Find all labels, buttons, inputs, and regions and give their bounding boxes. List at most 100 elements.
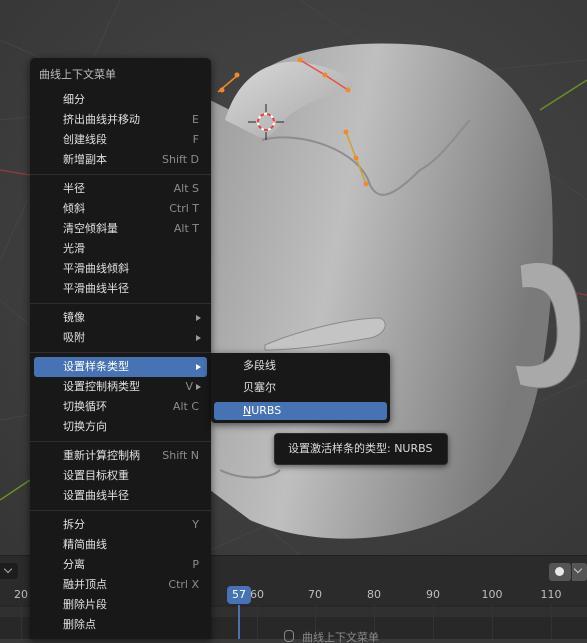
menu-item-label: 设置曲线半径 — [63, 489, 129, 502]
menu-item[interactable]: 融并顶点 Ctrl X — [34, 575, 207, 595]
menu-item-shortcut: Shift D — [162, 153, 199, 166]
menu-item[interactable]: 平滑曲线倾斜 — [34, 259, 207, 279]
grid-line — [433, 605, 434, 639]
menu-item[interactable]: 吸附 — [34, 328, 207, 348]
submenu-arrow-icon — [196, 315, 201, 321]
menu-item-shortcut: F — [192, 133, 199, 146]
menu-item-label: 细分 — [63, 93, 85, 106]
menu-item-label: 设置控制柄类型 — [63, 380, 140, 393]
menu-item-shortcut: Shift N — [162, 449, 199, 462]
menu-item[interactable]: 删除片段 — [34, 595, 207, 615]
frame-tick: 100 — [481, 588, 503, 601]
menu-item-shortcut: Alt C — [172, 400, 199, 413]
menu-item[interactable]: 切换方向 — [34, 417, 207, 437]
grid-line — [257, 605, 258, 639]
menu-item[interactable]: 分离 P — [34, 555, 207, 575]
menu-item-shortcut: Alt S — [173, 182, 199, 195]
submenu-item-label: 多段线 — [243, 359, 276, 372]
menu-item[interactable]: 光滑 — [34, 239, 207, 259]
menu-item[interactable]: 设置曲线半径 — [34, 486, 207, 506]
menu-item[interactable]: 拆分 Y — [34, 515, 207, 535]
menu-item-label: 删除片段 — [63, 598, 107, 611]
menu-item-label: 平滑曲线倾斜 — [63, 262, 129, 275]
menu-item-label: 镜像 — [63, 311, 85, 324]
mouse-icon — [284, 630, 294, 642]
menu-item[interactable]: 细分 — [34, 90, 207, 110]
menu-separator — [30, 510, 211, 511]
submenu-item-label: NURBS — [243, 404, 282, 417]
menu-item-label: 吸附 — [63, 331, 85, 344]
menu-item-label: 分离 — [63, 558, 85, 571]
menu-item-label: 设置目标权重 — [63, 469, 129, 482]
menu-item[interactable]: 创建线段 F — [34, 130, 207, 150]
auto-keying-dropdown[interactable] — [572, 563, 587, 581]
grid-line — [21, 605, 22, 639]
menu-item[interactable]: 清空倾斜量 Alt T — [34, 219, 207, 239]
submenu-item-bezier[interactable]: 贝塞尔 — [214, 379, 387, 397]
menu-title: 曲线上下文菜单 — [39, 68, 116, 81]
menu-item-label: 拆分 — [63, 518, 85, 531]
menu-item-shortcut: P — [192, 558, 199, 571]
menu-item-label: 重新计算控制柄 — [63, 449, 140, 462]
submenu-item-label: 贝塞尔 — [243, 381, 276, 394]
menu-item-label: 平滑曲线半径 — [63, 282, 129, 295]
menu-item[interactable]: 设置样条类型 — [34, 357, 207, 377]
menu-separator — [30, 303, 211, 304]
current-frame-indicator[interactable]: 57 — [227, 586, 251, 604]
spline-type-submenu: 多段线 贝塞尔 NURBS — [211, 353, 390, 423]
menu-item[interactable]: 倾斜 Ctrl T — [34, 199, 207, 219]
menu-item[interactable]: 挤出曲线并移动 E — [34, 110, 207, 130]
status-hint-text: 曲线上下文菜单 — [302, 631, 379, 643]
frame-tick: 20 — [14, 588, 28, 601]
menu-item[interactable]: 重新计算控制柄 Shift N — [34, 446, 207, 466]
menu-item[interactable]: 精简曲线 — [34, 535, 207, 555]
menu-item-label: 切换方向 — [63, 420, 107, 433]
curve-context-menu: 曲线上下文菜单 细分挤出曲线并移动 E 创建线段 F 新增副本 Shift D 半径 Alt … — [30, 58, 211, 639]
menu-separator — [30, 352, 211, 353]
menu-item-label: 创建线段 — [63, 133, 107, 146]
menu-item-shortcut: E — [192, 113, 199, 126]
menu-item[interactable]: 删除点 — [34, 615, 207, 635]
menu-item-shortcut: Y — [192, 518, 199, 531]
menu-separator — [30, 441, 211, 442]
frame-tick: 60 — [250, 588, 264, 601]
submenu-item-poly[interactable]: 多段线 — [214, 357, 387, 375]
menu-item[interactable]: 切换循环 Alt C — [34, 397, 207, 417]
submenu-item-nurbs[interactable]: NURBS — [214, 402, 387, 420]
menu-item-shortcut: Ctrl T — [169, 202, 199, 215]
menu-item-label: 清空倾斜量 — [63, 222, 118, 235]
menu-item[interactable]: 镜像 — [34, 308, 207, 328]
submenu-arrow-icon — [196, 384, 201, 390]
menu-item-label: 挤出曲线并移动 — [63, 113, 140, 126]
menu-item-label: 设置样条类型 — [63, 360, 129, 373]
chevron-down-icon — [573, 564, 583, 574]
menu-item-label: 倾斜 — [63, 202, 85, 215]
menu-item[interactable]: 新增副本 Shift D — [34, 150, 207, 170]
menu-item[interactable]: 设置目标权重 — [34, 466, 207, 486]
chevron-down-icon — [3, 564, 13, 574]
menu-item[interactable]: 半径 Alt S — [34, 179, 207, 199]
menu-item-label: 光滑 — [63, 242, 85, 255]
menu-item-label: 半径 — [63, 182, 85, 195]
frame-tick: 80 — [367, 588, 381, 601]
menu-item[interactable]: 平滑曲线半径 — [34, 279, 207, 299]
frame-tick: 110 — [540, 588, 562, 601]
playhead[interactable] — [238, 605, 240, 639]
submenu-arrow-icon — [196, 364, 201, 370]
menu-item-shortcut: Alt T — [173, 222, 199, 235]
menu-item[interactable]: 设置控制柄类型 V — [34, 377, 207, 397]
frame-tick: 90 — [426, 588, 440, 601]
timeline-mode-dropdown[interactable] — [0, 563, 18, 579]
record-icon — [555, 567, 564, 576]
menu-item-shortcut: Ctrl X — [168, 578, 199, 591]
menu-item-label: 切换循环 — [63, 400, 107, 413]
auto-keying-button[interactable] — [549, 563, 571, 581]
grid-line — [551, 605, 552, 639]
menu-item-shortcut: V — [185, 380, 193, 393]
tooltip: 设置激活样条的类型: NURBS — [274, 433, 448, 465]
frame-tick: 70 — [308, 588, 322, 601]
menu-item-label: 融并顶点 — [63, 578, 107, 591]
menu-separator — [30, 174, 211, 175]
menu-item-label: 精简曲线 — [63, 538, 107, 551]
menu-item-label: 新增副本 — [63, 153, 107, 166]
